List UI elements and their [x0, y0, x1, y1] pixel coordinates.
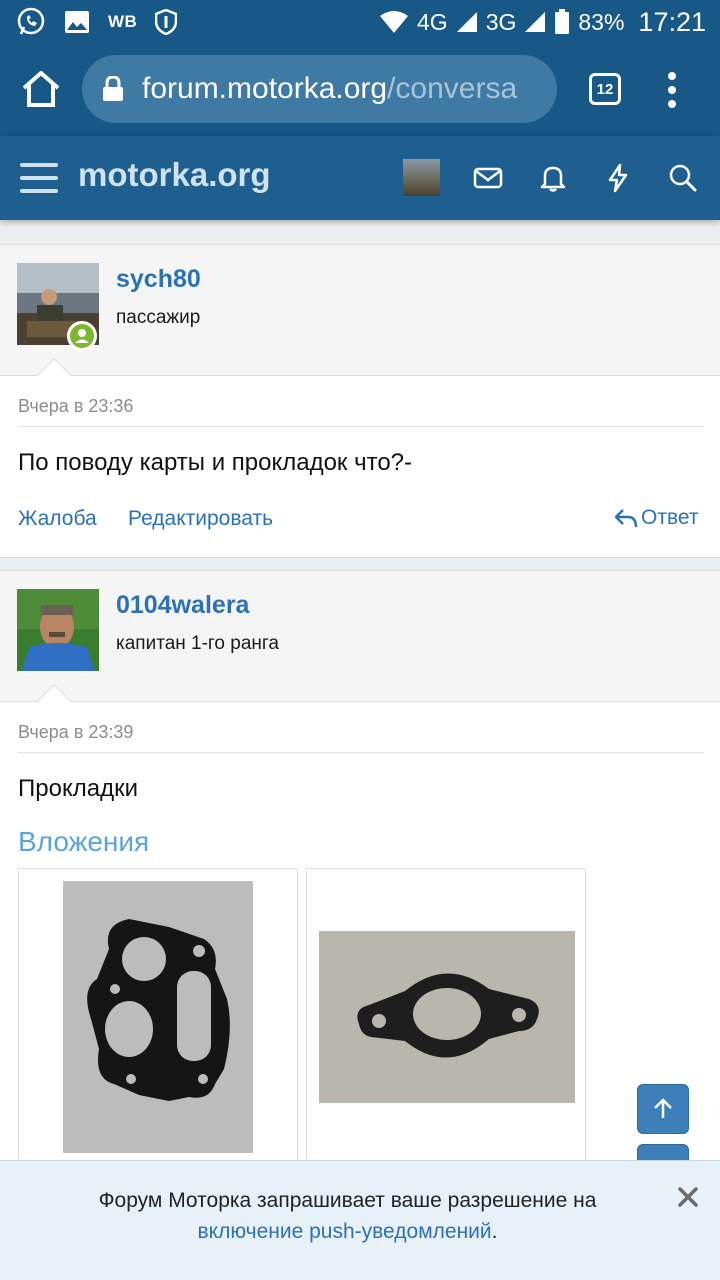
user-title: капитан 1-го ранга — [116, 633, 279, 654]
network-4g: 4G — [417, 8, 448, 35]
shield-icon — [155, 9, 178, 35]
speech-arrow — [37, 358, 71, 392]
overflow-menu-icon[interactable] — [662, 71, 682, 109]
menu-icon[interactable] — [20, 160, 58, 196]
url-path: /conversa — [387, 72, 518, 105]
gasket-image — [63, 881, 253, 1153]
reply-button[interactable]: Ответ — [614, 506, 698, 530]
wifi-icon — [380, 11, 408, 33]
lock-icon — [103, 76, 123, 101]
divider — [18, 426, 704, 427]
post-user-block: sych80 пассажир — [0, 244, 720, 392]
post-user-block: 0104walera капитан 1-го ранга — [0, 570, 720, 718]
bell-icon[interactable] — [538, 163, 568, 193]
push-notice: Форум Моторка запрашивает ваше разрешени… — [0, 1160, 720, 1280]
avatar[interactable] — [17, 589, 99, 671]
signal-icon-2 — [525, 12, 546, 32]
divider — [18, 752, 704, 753]
user-avatar[interactable] — [403, 159, 440, 196]
gallery-icon — [65, 11, 89, 33]
tab-switcher-button[interactable]: 12 — [589, 73, 621, 105]
user-title: пассажир — [116, 307, 201, 328]
clock: 17:21 — [638, 6, 706, 37]
push-notice-period: . — [491, 1220, 498, 1243]
edit-link[interactable]: Редактировать — [128, 507, 273, 531]
post-text: Прокладки — [18, 775, 138, 802]
post-date[interactable]: Вчера в 23:36 — [18, 396, 133, 417]
mail-icon[interactable] — [473, 163, 503, 193]
search-icon[interactable] — [668, 163, 698, 193]
url-bar[interactable]: forum.motorka.org/conversa — [82, 55, 557, 123]
arrow-up-icon — [654, 1098, 672, 1118]
attachments-heading: Вложения — [18, 826, 150, 857]
browser-toolbar: forum.motorka.org/conversa 12 — [0, 44, 720, 136]
network-3g: 3G — [485, 8, 517, 35]
battery-percent: 83% — [578, 8, 625, 35]
push-notice-text: Форум Моторка запрашивает ваше разрешени… — [0, 1185, 695, 1247]
status-bar: WB 4G 3G 83% 17:21 — [0, 0, 720, 44]
username[interactable]: sych80 — [116, 265, 201, 294]
reply-icon — [614, 509, 638, 528]
signal-icon — [456, 12, 477, 32]
push-notice-message: Форум Моторка запрашивает ваше разрешени… — [98, 1189, 597, 1212]
report-link[interactable]: Жалоба — [18, 507, 97, 531]
close-icon[interactable] — [676, 1185, 700, 1209]
username[interactable]: 0104walera — [116, 591, 249, 620]
post-date[interactable]: Вчера в 23:39 — [18, 722, 133, 743]
url-host: forum.motorka.org — [142, 72, 388, 105]
post-text: По поводу карты и прокладок что?- — [18, 449, 413, 476]
online-status-badge — [67, 321, 97, 351]
home-icon[interactable] — [20, 68, 62, 110]
forum-header: motorka.org — [0, 136, 720, 220]
whatsapp-icon — [17, 7, 45, 35]
site-title[interactable]: motorka.org — [78, 156, 271, 194]
lightning-icon[interactable] — [603, 163, 633, 193]
reply-label: Ответ — [641, 506, 699, 529]
gasket-image-2 — [319, 931, 575, 1103]
carrier-badge: WB — [108, 12, 138, 31]
user-online-icon — [75, 329, 89, 343]
attachment-thumbnail[interactable] — [306, 868, 586, 1168]
attachment-thumbnail[interactable] — [18, 868, 298, 1168]
message-post: sych80 пассажир Вчера в 23:36 По поводу … — [0, 244, 720, 558]
enable-push-link[interactable]: включение push-уведомлений — [198, 1220, 492, 1243]
speech-arrow — [37, 684, 71, 718]
battery-icon — [555, 9, 570, 34]
scroll-up-button[interactable] — [637, 1084, 689, 1134]
